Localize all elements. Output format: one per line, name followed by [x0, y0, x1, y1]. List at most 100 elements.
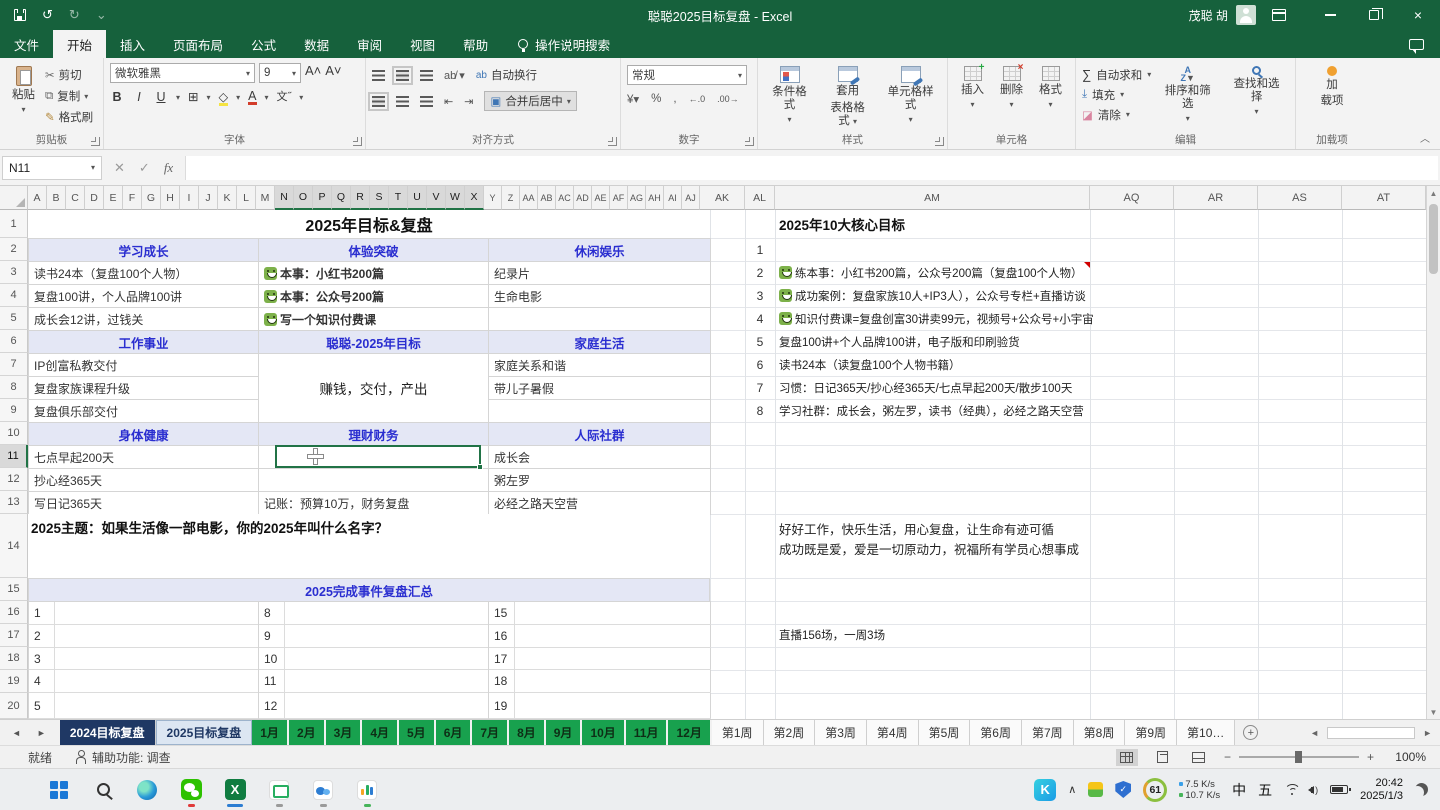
goal-number-cell[interactable]: 2 [745, 261, 775, 284]
summary-row[interactable]: 15 [489, 602, 711, 625]
scroll-down-icon[interactable]: ▼ [1427, 705, 1440, 719]
scroll-left-icon[interactable]: ◄ [1306, 728, 1323, 738]
align-center-icon[interactable] [396, 96, 409, 107]
merged-goal-cell[interactable]: 赚钱，交付，产出 [259, 354, 489, 423]
minimize-button[interactable] [1308, 0, 1352, 30]
increase-indent-icon[interactable]: ⇥ [464, 95, 473, 108]
ribbon-tab[interactable]: 审阅 [343, 30, 396, 58]
sheet-cell[interactable] [489, 308, 711, 331]
comment-icon[interactable] [1409, 39, 1424, 50]
sheet-tab[interactable]: 11月 [626, 720, 669, 745]
sheet-tab[interactable]: 6月 [436, 720, 473, 745]
column-header[interactable]: E [104, 186, 123, 210]
motto-cell[interactable]: 好好工作，快乐生活，用心复盘，让生命有迹可循 成功既是爱，爱是一切原动力，祝福所… [779, 520, 1079, 560]
column-header[interactable]: AQ [1090, 186, 1174, 210]
summary-row[interactable]: 8 [259, 602, 489, 625]
security-shield-icon[interactable]: ✓ [1115, 781, 1131, 798]
sheet-main-title[interactable]: 2025年目标&复盘 [28, 210, 710, 238]
section-header-cell[interactable]: 体验突破 [259, 239, 489, 262]
sheet-tab[interactable]: 第9周 [1125, 720, 1177, 745]
sheet-tab[interactable]: 第6周 [970, 720, 1022, 745]
copy-button[interactable]: ⧉复制 ▾ [45, 86, 93, 106]
ribbon-tab[interactable]: 文件 [0, 30, 53, 58]
bottom-align-icon[interactable] [420, 70, 433, 81]
row-header[interactable]: 16 [0, 601, 28, 624]
sheet-cell[interactable]: 七点早起200天 [29, 446, 259, 469]
sheet-tab[interactable]: 2024目标复盘 [60, 720, 156, 745]
borders-button[interactable]: ⊞ [188, 89, 198, 106]
row-header[interactable]: 6 [0, 330, 28, 353]
performance-meter[interactable]: 61 [1143, 778, 1167, 802]
sheet-cell[interactable]: 成长会 [489, 446, 711, 469]
sheet-cell[interactable]: 生命电影 [489, 285, 711, 308]
sheet-tab[interactable]: 3月 [326, 720, 363, 745]
sheet-cell[interactable]: 抄心经365天 [29, 469, 259, 492]
edge-app-icon[interactable] [130, 772, 164, 808]
find-select-button[interactable]: 查找和选择▾ [1224, 63, 1289, 131]
select-all-corner[interactable] [0, 186, 28, 210]
font-name-select[interactable]: 微软雅黑▾ [110, 63, 255, 83]
styles-dialog-launcher[interactable] [935, 137, 944, 146]
column-header[interactable]: AM [775, 186, 1090, 210]
column-header-selected[interactable]: X [465, 186, 484, 210]
sheet-nav-next-icon[interactable]: ► [37, 728, 46, 738]
horizontal-scroll-thumb[interactable] [1327, 727, 1415, 739]
goal-number-cell[interactable]: 8 [745, 399, 775, 422]
column-header[interactable]: AT [1342, 186, 1426, 210]
tray-app-icon[interactable] [1088, 782, 1103, 797]
column-header[interactable]: AS [1258, 186, 1342, 210]
column-header[interactable]: AK [700, 186, 745, 210]
ribbon-tab[interactable]: 开始 [53, 30, 106, 58]
shrink-font-button[interactable]: A˅ [325, 63, 341, 83]
page-break-view-button[interactable] [1188, 749, 1210, 766]
restore-button[interactable] [1352, 0, 1396, 30]
ribbon-tab[interactable]: 公式 [237, 30, 290, 58]
row-header[interactable]: 4 [0, 284, 28, 307]
summary-row[interactable]: 1 [29, 602, 259, 625]
row-header[interactable]: 18 [0, 647, 28, 670]
row-header[interactable]: 11 [0, 445, 28, 468]
row-header[interactable]: 5 [0, 307, 28, 330]
battery-icon[interactable] [1330, 785, 1348, 794]
underline-button[interactable]: U [154, 90, 168, 104]
row-header[interactable]: 14 [0, 514, 28, 578]
scroll-up-icon[interactable]: ▲ [1427, 186, 1440, 200]
sheet-tab[interactable]: 4月 [362, 720, 399, 745]
sheet-cell[interactable]: 粥左罗 [489, 469, 711, 492]
goal-number-cell[interactable]: 5 [745, 330, 775, 353]
horizontal-scrollbar[interactable]: ◄ ► [1306, 720, 1440, 745]
ime-mode-indicator[interactable]: 五 [1258, 780, 1272, 800]
sheet-cell[interactable]: 纪录片 [489, 262, 711, 285]
summary-row[interactable]: 12 [259, 693, 489, 719]
start-button[interactable] [42, 772, 76, 808]
goal-number-cell[interactable]: 4 [745, 307, 775, 330]
autosum-button[interactable]: ∑自动求和▾ [1082, 65, 1151, 84]
format-cells-button[interactable]: 格式▾ [1033, 63, 1068, 131]
clock[interactable]: 20:422025/1/3 [1360, 777, 1403, 803]
sheet-tab[interactable]: 第1周 [712, 720, 764, 745]
column-header[interactable]: D [85, 186, 104, 210]
summary-header-cell[interactable]: 2025完成事件复盘汇总 [28, 578, 710, 601]
wrap-text-button[interactable]: ab自动换行 [476, 65, 537, 85]
customize-qat-icon[interactable]: ⌄ [96, 7, 107, 23]
clear-button[interactable]: ◪清除▾ [1082, 105, 1151, 124]
column-header[interactable]: AB [538, 186, 556, 210]
row-header[interactable]: 19 [0, 670, 28, 693]
summary-row[interactable]: 16 [489, 625, 711, 648]
sheet-nav-prev-icon[interactable]: ◄ [12, 728, 21, 738]
number-dialog-launcher[interactable] [745, 137, 754, 146]
goal-number-cell[interactable]: 7 [745, 376, 775, 399]
sheet-cell[interactable]: 复盘家族课程升级 [29, 377, 259, 400]
summary-row[interactable]: 18 [489, 670, 711, 693]
sheet-cell[interactable]: 写一个知识付费课 [259, 308, 489, 331]
sheet-cell[interactable]: 休闲娱乐 [489, 239, 711, 262]
addins-button[interactable]: 加 载项 [1315, 63, 1350, 131]
orientation-icon[interactable]: ab̸ ▾ [444, 69, 465, 82]
sheet-tab[interactable]: 2025目标复盘 [156, 720, 253, 745]
sheet-tab[interactable]: 10月 [582, 720, 625, 745]
column-header-selected[interactable]: Q [332, 186, 351, 210]
font-size-select[interactable]: 9▾ [259, 63, 301, 83]
core-goals-title[interactable]: 2025年10大核心目标 [779, 210, 905, 238]
fill-color-button[interactable]: ◇ [219, 89, 229, 106]
sheet-tab[interactable]: 5月 [399, 720, 436, 745]
